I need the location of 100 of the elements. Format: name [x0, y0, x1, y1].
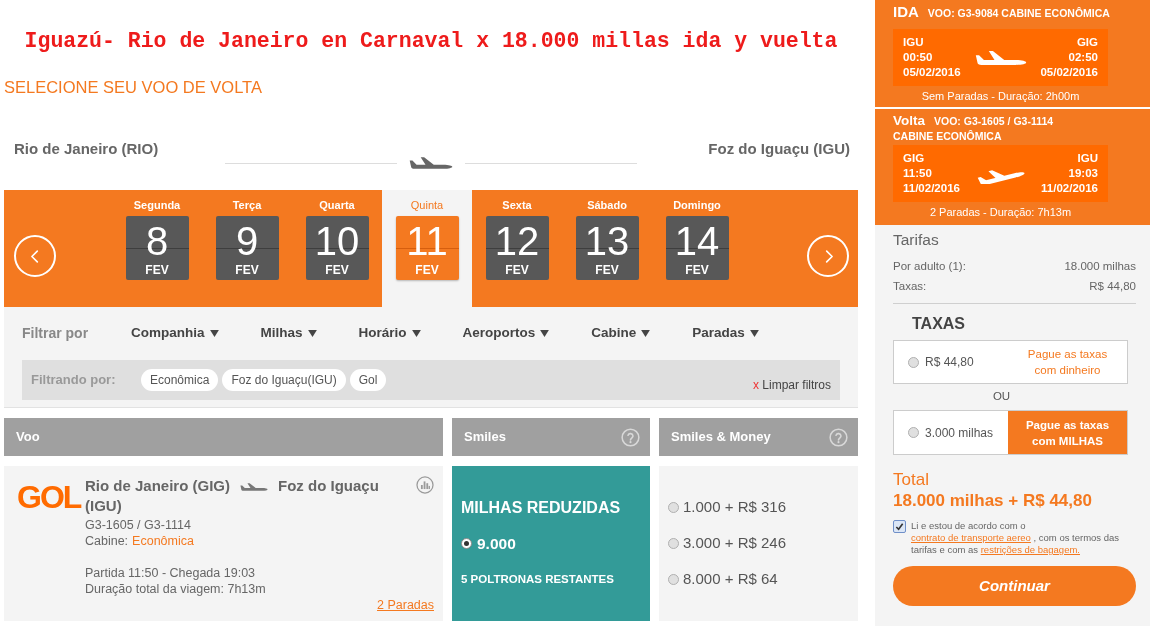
cabin-label: Cabine: — [85, 533, 129, 549]
miles-amount: 9.000 — [477, 533, 516, 554]
weekday-label: Sábado — [587, 198, 627, 212]
caret-icon — [749, 329, 759, 337]
filter-label: Filtrar por — [22, 323, 90, 343]
fare-label: Taxas: — [893, 279, 927, 294]
fare-option-label: 8.000 + R$ 64 — [683, 569, 778, 590]
departure-date: 05/02/2016 — [903, 65, 961, 80]
arrival-time: 02:50 — [1068, 50, 1098, 65]
tax-amount: 3.000 milhas — [925, 424, 994, 442]
departure-date: 11/02/2016 — [903, 181, 960, 196]
filter-tag: Gol — [349, 369, 387, 391]
leg-label: IDA — [893, 3, 919, 21]
fare-title: MILHAS REDUZIDAS — [461, 497, 621, 518]
airport-code: GIG — [1076, 35, 1098, 50]
flight-number: VOO: G3-1605 / G3-1114 — [934, 114, 1054, 128]
date-card[interactable]: 9 FEV — [215, 216, 279, 280]
arrival-date: 11/02/2016 — [1041, 181, 1098, 196]
date-card[interactable]: 12 FEV — [485, 216, 549, 280]
weekday-label: Domingo — [673, 198, 721, 212]
trip-duration: Duração total da viagem: 7h13m — [85, 581, 266, 597]
filter-dropdown[interactable]: Milhas — [260, 322, 317, 344]
tax-payment-option[interactable]: 3.000 milhas Pague as taxas com MILHAS — [893, 410, 1128, 455]
leg-label: Volta — [893, 112, 925, 129]
fare-value: R$ 44,80 — [1089, 279, 1136, 294]
weekday-label: Sexta — [502, 198, 532, 212]
caret-icon — [411, 329, 421, 337]
caret-icon — [307, 329, 317, 337]
radio-button[interactable] — [668, 574, 679, 585]
departure-time: 00:50 — [903, 50, 933, 65]
flight-numbers: G3-1605 / G3-1114 — [85, 517, 191, 533]
caret-icon — [540, 329, 550, 337]
cabin-value: Econômica — [132, 533, 194, 549]
radio-button[interactable] — [668, 538, 679, 549]
terms-agreement-text: Li e estou de acordo com o contrato de transporte aereo , com os termos das tarifas e com as restrições de bagagem. — [911, 520, 1121, 556]
tax-payment-action: Pague as taxas com dinheiro — [1026, 347, 1109, 378]
airport-code: GIG — [903, 151, 925, 166]
tax-amount: R$ 44,80 — [925, 354, 974, 371]
destination-city: Foz do Iguaçu (IGU) — [708, 139, 850, 159]
fare-option-label: 1.000 + R$ 316 — [683, 497, 786, 518]
filter-tag: Econômica — [141, 369, 219, 391]
bar-chart-icon[interactable] — [416, 476, 434, 494]
date-card[interactable]: 14 FEV — [665, 216, 729, 280]
radio-button[interactable] — [668, 502, 679, 513]
weekday-label: Segunda — [133, 198, 181, 212]
page-heading: SELECIONE SEU VOO DE VOLTA — [4, 77, 262, 98]
active-filters-label: Filtrando por: — [31, 371, 117, 390]
radio-button[interactable] — [461, 538, 472, 549]
caret-icon — [209, 329, 219, 337]
help-icon[interactable] — [621, 427, 640, 447]
column-title: Smiles & Money — [671, 428, 771, 447]
airport-code: IGU — [903, 35, 924, 50]
airplane-icon — [974, 50, 1027, 65]
filter-tag: Foz do Iguaçu(IGU) — [222, 369, 346, 391]
separator-text: OU — [992, 389, 1011, 405]
flight-number: VOO: G3-9084 CABINE ECONÔMICA — [927, 6, 1110, 20]
airline-logo: GOL — [17, 479, 81, 515]
cabin-class: CABINE ECONÔMICA — [893, 129, 1002, 143]
weekday-label: Quarta — [319, 198, 355, 212]
checkbox[interactable] — [893, 520, 906, 533]
arrival-date: 05/02/2016 — [1040, 65, 1098, 80]
departure-time: 11:50 — [903, 166, 932, 181]
date-card[interactable]: 13 FEV — [575, 216, 639, 280]
origin-city: Rio de Janeiro (RIO) — [14, 139, 159, 159]
airport-code: IGU — [1077, 151, 1098, 166]
column-title: Smiles — [464, 428, 506, 447]
fare-value: 18.000 milhas — [1064, 259, 1136, 274]
filter-dropdown[interactable]: Companhia — [131, 322, 219, 344]
previous-week-button[interactable] — [14, 235, 56, 277]
help-icon[interactable] — [829, 427, 848, 447]
tax-payment-option[interactable]: R$ 44,80 Pague as taxas com dinheiro — [893, 340, 1128, 384]
radio-button[interactable] — [908, 356, 919, 368]
filter-dropdown[interactable]: Horário — [358, 322, 421, 344]
filter-dropdown[interactable]: Aeroportos — [462, 322, 550, 344]
date-card[interactable]: 10 FEV — [305, 216, 369, 280]
leg-summary: Sem Paradas - Duração: 2h00m — [921, 89, 1080, 104]
tax-payment-action: Pague as taxas com MILHAS — [1024, 417, 1111, 449]
promo-title: Iguazú- Rio de Janeiro en Carnaval x 18.000 millas ida y vuelta — [24, 28, 838, 54]
next-week-button[interactable] — [807, 235, 849, 277]
filter-dropdown[interactable]: Cabine — [591, 322, 651, 344]
total-label: Total — [893, 469, 929, 491]
chevron-left-icon — [30, 249, 40, 263]
column-title: Voo — [16, 428, 40, 447]
departure-arrival-times: Partida 11:50 - Chegada 19:03 — [85, 565, 256, 581]
seats-left: 5 POLTRONAS RESTANTES — [461, 571, 614, 587]
date-card[interactable]: 8 FEV — [125, 216, 189, 280]
clear-filters-link[interactable]: x Limpar filtros — [752, 378, 831, 392]
filter-dropdown[interactable]: Paradas — [692, 322, 759, 344]
caret-icon — [641, 329, 651, 337]
arrival-time: 19:03 — [1068, 166, 1098, 181]
taxes-title: TAXAS — [912, 314, 966, 334]
radio-button[interactable] — [908, 427, 919, 438]
total-amount: 18.000 milhas + R$ 44,80 — [893, 491, 1092, 511]
fares-title: Tarifas — [893, 230, 939, 250]
fare-label: Por adulto (1): — [893, 259, 966, 274]
fare-option-label: 3.000 + R$ 246 — [683, 533, 786, 554]
flight-route-heading: Rio de Janeiro (GIG) Foz do Iguaçu (IGU) — [85, 476, 380, 516]
leg-summary: 2 Paradas - Duração: 7h13m — [929, 205, 1072, 220]
chevron-right-icon — [823, 249, 833, 263]
airplane-icon — [409, 157, 453, 169]
